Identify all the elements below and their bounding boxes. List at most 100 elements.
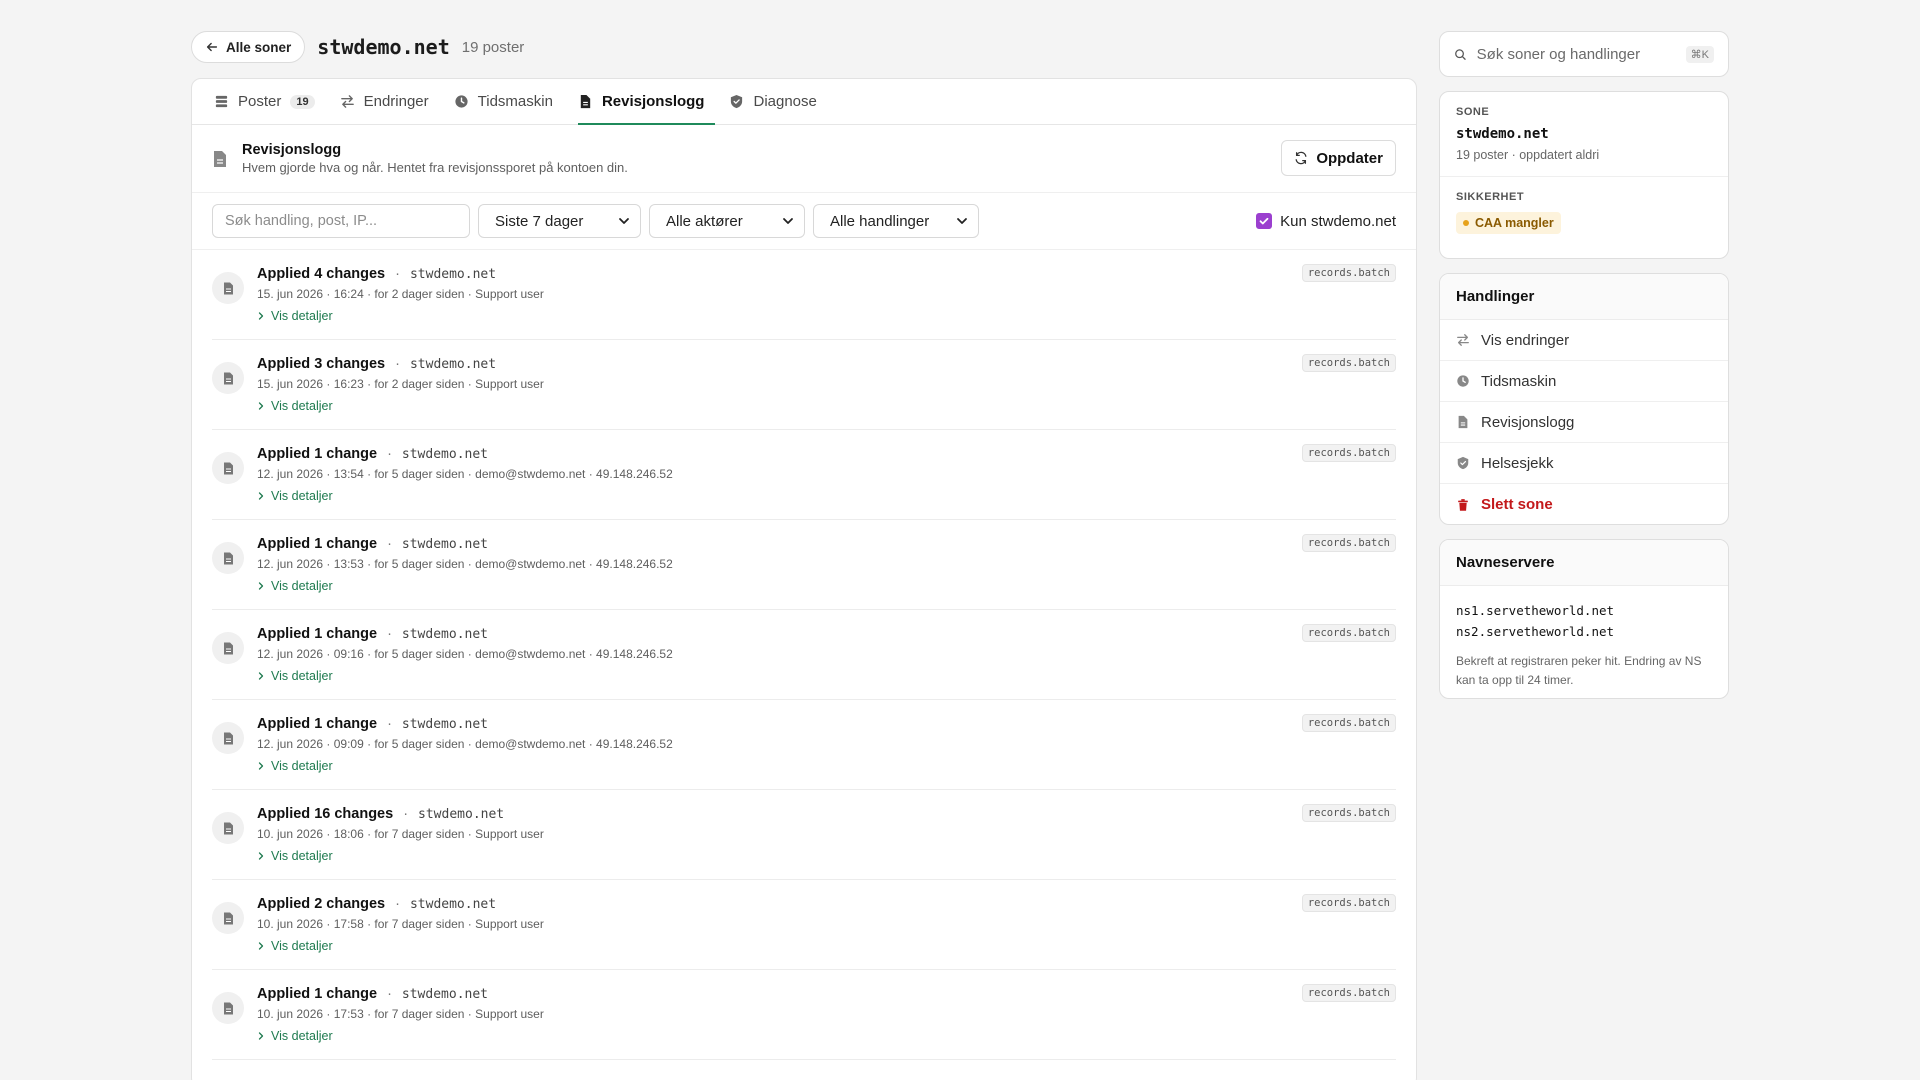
health-check-action[interactable]: Helsesjekk	[1440, 443, 1728, 484]
list-item: Applied 16 changes · stwdemo.net 10. jun 20…	[212, 790, 1396, 880]
zone-summary-card: SONE stwdemo.net 19 poster · oppdatert a…	[1439, 91, 1729, 259]
view-changes-action[interactable]: Vis endringer	[1440, 320, 1728, 361]
entry-domain: stwdemo.net	[401, 627, 488, 642]
tab-changes[interactable]: Endringer	[329, 79, 440, 124]
show-details-link[interactable]: Vis detaljer	[257, 489, 673, 503]
document-icon	[1458, 415, 1468, 429]
entry-title: Applied 1 change	[257, 446, 378, 462]
tab-time-machine[interactable]: Tidsmaskin	[443, 79, 564, 124]
document-icon	[223, 372, 233, 384]
show-details-link[interactable]: Vis detaljer	[257, 669, 673, 683]
only-zone-checkbox[interactable]: Kun stwdemo.net	[1256, 213, 1396, 230]
tab-audit-log[interactable]: Revisjonslogg	[567, 79, 716, 125]
tab-label: Endringer	[363, 93, 429, 110]
entry-domain: stwdemo.net	[418, 807, 505, 822]
checkbox-checked[interactable]	[1256, 213, 1273, 229]
action-label: Tidsmaskin	[1481, 372, 1557, 390]
zone-header: Alle soner stwdemo.net 19 poster	[191, 31, 524, 63]
entry-meta: 10. jun 2026 · 17:58 · for 7 dager siden…	[257, 917, 544, 931]
show-details-link[interactable]: Vis detaljer	[257, 759, 673, 773]
show-details-label: Vis detaljer	[271, 309, 333, 323]
entry-domain: stwdemo.net	[409, 267, 497, 282]
separator-dot: ·	[387, 716, 392, 732]
global-search-input[interactable]	[1476, 45, 1676, 63]
period-select[interactable]: Siste 7 dager	[478, 204, 641, 238]
list-item: Applied 4 changes · stwdemo.net 15. jun 202…	[212, 250, 1396, 340]
warning-dot-icon	[1463, 220, 1469, 226]
entry-title: Applied 2 changes	[257, 896, 386, 912]
global-search[interactable]: ⌘K	[1439, 31, 1729, 77]
event-type-tag: records.batch	[1301, 624, 1396, 642]
filter-bar: Siste 7 dager Alle aktører Alle handling…	[192, 193, 1416, 250]
checkbox-label: Kun stwdemo.net	[1280, 212, 1396, 230]
show-details-link[interactable]: Vis detaljer	[257, 579, 673, 593]
swap-icon	[1457, 334, 1469, 346]
entry-domain: stwdemo.net	[401, 987, 488, 1002]
refresh-label: Oppdater	[1316, 149, 1383, 167]
separator-dot: ·	[387, 536, 392, 552]
list-item: Applied 3 changes · stwdemo.net 15. jun 202…	[212, 340, 1396, 430]
list-item: Applied 1 change · stwdemo.net 12. jun 2026…	[212, 520, 1396, 610]
tab-records[interactable]: Poster 19	[214, 79, 326, 124]
document-icon	[223, 462, 233, 474]
list-item: Applied 1 change · stwdemo.net 12. jun 2026…	[212, 610, 1396, 700]
entry-document-icon	[212, 362, 244, 394]
tab-label: Tidsmaskin	[477, 93, 553, 110]
list-item: Applied 1 change · stwdemo.net 10. jun 2026…	[212, 970, 1396, 1060]
time-machine-action[interactable]: Tidsmaskin	[1440, 361, 1728, 402]
audit-log-header: Revisjonslogg Hvem gjorde hva og når. He…	[192, 125, 1416, 193]
separator-dot: ·	[387, 626, 392, 642]
back-to-zones-button[interactable]: Alle soner	[191, 31, 306, 63]
trash-icon	[1458, 498, 1468, 511]
clock-icon	[455, 95, 468, 108]
entry-meta: 12. jun 2026 · 09:09 · for 5 dager siden…	[257, 737, 673, 751]
show-details-link[interactable]: Vis detaljer	[257, 939, 544, 953]
show-details-link[interactable]: Vis detaljer	[257, 1029, 544, 1043]
tab-label: Diagnose	[753, 93, 817, 110]
action-label: Vis endringer	[1481, 331, 1570, 349]
actions-card: Handlinger Vis endringer Tidsmaskin Revi…	[1439, 273, 1729, 525]
status-badge: CAA mangler	[1456, 212, 1561, 234]
refresh-button[interactable]: Oppdater	[1281, 140, 1396, 176]
separator-dot: ·	[387, 986, 392, 1002]
document-icon	[223, 912, 233, 924]
actor-select[interactable]: Alle aktører	[649, 204, 805, 238]
delete-zone-action[interactable]: Slett sone	[1440, 484, 1728, 524]
section-title: Revisjonslogg	[242, 142, 342, 158]
document-icon	[214, 150, 226, 167]
tab-label: Poster	[238, 93, 282, 110]
nameservers-card: Navneservere ns1.servetheworld.net ns2.s…	[1439, 539, 1729, 699]
entry-document-icon	[212, 722, 244, 754]
show-details-label: Vis detaljer	[271, 669, 333, 683]
show-details-link[interactable]: Vis detaljer	[257, 849, 544, 863]
entry-document-icon	[212, 812, 244, 844]
status-badge-label: CAA mangler	[1475, 216, 1554, 230]
clock-icon	[1457, 375, 1469, 387]
event-type-tag: records.batch	[1301, 534, 1396, 552]
actor-value: Alle aktører	[666, 212, 743, 230]
list-item: Applied 1 change · stwdemo.net 12. jun 2026…	[212, 700, 1396, 790]
show-details-link[interactable]: Vis detaljer	[257, 309, 544, 323]
action-value: Alle handlinger	[830, 212, 930, 230]
tab-bar: Poster 19 Endringer Tidsmaskin Revisjons…	[192, 79, 1416, 125]
show-details-link[interactable]: Vis detaljer	[257, 399, 544, 413]
nameserver-item: ns1.servetheworld.net	[1456, 603, 1615, 618]
audit-log-list: Applied 4 changes · stwdemo.net 15. jun 202…	[192, 250, 1416, 1060]
entry-meta: 12. jun 2026 · 09:16 · for 5 dager siden…	[257, 647, 673, 661]
document-icon	[223, 732, 233, 744]
entry-document-icon	[212, 902, 244, 934]
audit-search-input[interactable]	[212, 204, 470, 238]
entry-title: Applied 1 change	[257, 986, 378, 1002]
tab-diagnose[interactable]: Diagnose	[718, 79, 827, 124]
audit-log-action[interactable]: Revisjonslogg	[1440, 402, 1728, 443]
nameserver-item: ns2.servetheworld.net	[1456, 624, 1615, 639]
check-icon	[1259, 217, 1269, 225]
section-subtitle: Hvem gjorde hva og når. Hentet fra revis…	[242, 160, 628, 175]
zone-label: SONE	[1456, 106, 1490, 118]
record-count-badge: 19	[290, 94, 315, 109]
action-select[interactable]: Alle handlinger	[813, 204, 979, 238]
entry-title: Applied 3 changes	[257, 356, 386, 372]
separator-dot: ·	[387, 446, 392, 462]
action-label: Helsesjekk	[1481, 454, 1554, 472]
zone-info: 19 poster · oppdatert aldri	[1456, 148, 1600, 162]
